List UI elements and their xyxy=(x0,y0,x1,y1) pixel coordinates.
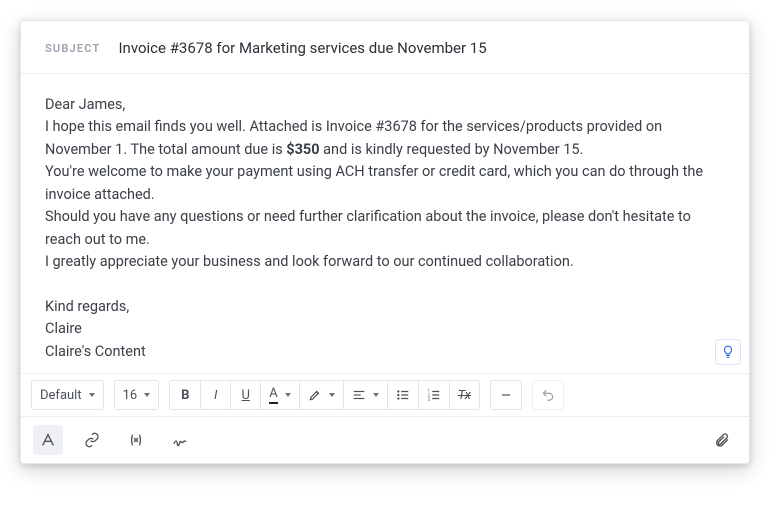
chevron-down-icon xyxy=(144,393,150,397)
email-body-editor[interactable]: Dear James, I hope this email finds you … xyxy=(21,74,749,373)
undo-icon xyxy=(541,388,555,402)
text-icon xyxy=(40,432,56,448)
body-paragraph-4: I greatly appreciate your business and l… xyxy=(45,251,725,273)
subject-value[interactable]: Invoice #3678 for Marketing services due… xyxy=(118,39,486,57)
link-icon xyxy=(84,432,100,448)
numbered-list-button[interactable]: 123 xyxy=(418,381,449,409)
attach-file-button[interactable] xyxy=(707,425,737,455)
signature-icon xyxy=(171,432,189,448)
body-paragraph-1: I hope this email finds you well. Attach… xyxy=(45,116,725,161)
body-closing-name: Claire xyxy=(45,318,725,340)
svg-text:3: 3 xyxy=(427,397,430,402)
numbered-list-icon: 123 xyxy=(427,388,441,402)
font-family-select[interactable]: Default xyxy=(31,380,104,410)
body-paragraph-3: Should you have any questions or need fu… xyxy=(45,206,725,251)
ai-suggest-button[interactable] xyxy=(715,339,741,365)
body-closing-company: Claire's Content xyxy=(45,341,725,363)
chevron-down-icon xyxy=(373,393,379,397)
chevron-down-icon xyxy=(285,393,291,397)
body-closing-regards: Kind regards, xyxy=(45,296,725,318)
subject-label: SUBJECT xyxy=(45,42,100,55)
undo-button[interactable] xyxy=(532,380,564,410)
align-button[interactable] xyxy=(343,381,387,409)
lightbulb-icon xyxy=(721,345,735,359)
email-compose-window: SUBJECT Invoice #3678 for Marketing serv… xyxy=(20,20,750,464)
italic-button[interactable]: I xyxy=(200,381,230,409)
formatting-toolbar: Default 16 B I U A 123 xyxy=(21,373,749,416)
font-size-select[interactable]: 16 xyxy=(114,380,160,410)
align-left-icon xyxy=(352,388,366,402)
body-greeting: Dear James, xyxy=(45,94,725,116)
bold-button[interactable]: B xyxy=(170,381,200,409)
highlight-color-button[interactable] xyxy=(299,381,343,409)
horizontal-rule-button[interactable] xyxy=(490,380,522,410)
underline-button[interactable]: U xyxy=(230,381,260,409)
chevron-down-icon xyxy=(329,393,335,397)
paperclip-icon xyxy=(714,432,730,448)
insert-signature-button[interactable] xyxy=(165,425,195,455)
subject-row: SUBJECT Invoice #3678 for Marketing serv… xyxy=(21,21,749,74)
bullet-list-button[interactable] xyxy=(387,381,418,409)
text-color-button[interactable]: A xyxy=(260,381,298,409)
insert-variable-button[interactable] xyxy=(121,425,151,455)
bullet-list-icon xyxy=(396,388,410,402)
highlighter-icon xyxy=(308,388,322,402)
amount-value: $350 xyxy=(286,141,319,158)
insert-toolbar xyxy=(21,416,749,463)
text-mode-button[interactable] xyxy=(33,425,63,455)
body-paragraph-2: You're welcome to make your payment usin… xyxy=(45,161,725,206)
chevron-down-icon xyxy=(89,393,95,397)
minus-icon xyxy=(499,388,513,402)
insert-link-button[interactable] xyxy=(77,425,107,455)
variable-icon xyxy=(127,432,145,448)
clear-formatting-button[interactable]: Tx xyxy=(449,381,479,409)
